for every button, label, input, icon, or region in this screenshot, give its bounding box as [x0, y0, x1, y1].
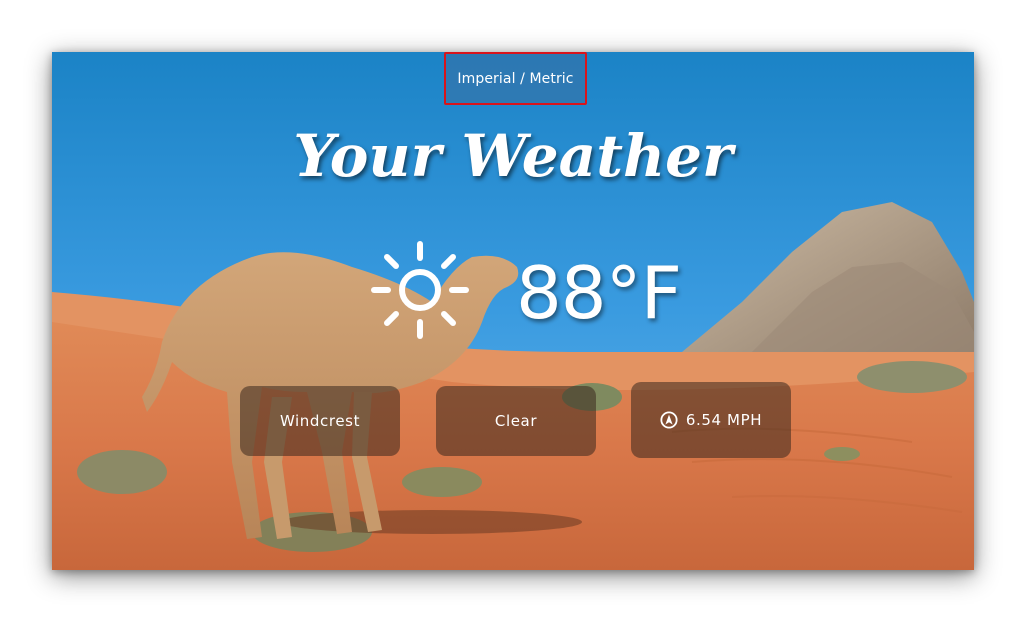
- location-label: Windcrest: [279, 412, 361, 430]
- condition-box: Clear: [436, 386, 596, 456]
- unit-toggle-button[interactable]: Imperial / Metric: [444, 52, 587, 105]
- page-background: Imperial / Metric Your Weather 88°F Wind…: [0, 0, 1026, 622]
- wind-box: 6.54 MPH: [631, 382, 791, 458]
- location-box: Windcrest: [240, 386, 400, 456]
- temperature-value: 88°F: [516, 251, 682, 335]
- page-title: Your Weather: [293, 122, 733, 190]
- weather-card: Imperial / Metric Your Weather 88°F Wind…: [52, 52, 974, 570]
- condition-label: Clear: [494, 412, 538, 430]
- wind-speed-label: 6.54 MPH: [685, 411, 763, 429]
- sun-icon: [371, 241, 469, 339]
- compass-arrow-icon: [660, 411, 678, 429]
